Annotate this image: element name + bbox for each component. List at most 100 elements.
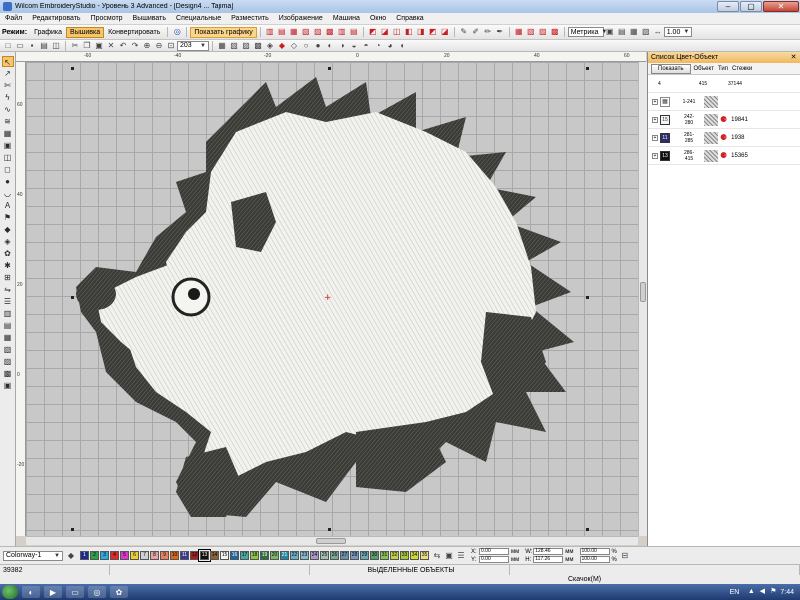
hoop-icon[interactable]: ▧ xyxy=(2,344,14,355)
motif-icon[interactable]: ✿ xyxy=(2,248,14,259)
stitch-tool-5-icon[interactable]: ▨ xyxy=(313,27,323,37)
color-swatch[interactable]: 34 xyxy=(410,551,419,560)
effect-tool-8-icon[interactable]: ▩ xyxy=(550,27,560,37)
color-swatch[interactable]: 26 xyxy=(330,551,339,560)
panel-close-icon[interactable]: ✕ xyxy=(789,53,798,62)
color-swatch[interactable]: 11 xyxy=(180,551,189,560)
color-swatch[interactable]: 17 xyxy=(240,551,249,560)
measure-icon[interactable]: ▩ xyxy=(2,368,14,379)
color-swatch[interactable]: 7 xyxy=(140,551,149,560)
selection-handle[interactable] xyxy=(586,67,589,70)
grid-icon[interactable]: ▨ xyxy=(2,356,14,367)
expand-icon[interactable]: + xyxy=(652,98,658,105)
toolbar-extra-3-icon[interactable]: ▦ xyxy=(629,27,639,37)
effect-tool-4-icon[interactable]: ✒ xyxy=(495,27,505,37)
menu-file[interactable]: Файл xyxy=(0,15,27,22)
color-swatch[interactable]: 12 xyxy=(190,551,199,560)
y-input[interactable]: 0.00 xyxy=(479,556,509,563)
color-swatch[interactable]: 5 xyxy=(120,551,129,560)
pct-w-input[interactable]: 100.00 xyxy=(579,548,610,555)
view-12-icon[interactable]: ◒ xyxy=(349,41,359,51)
color-swatch[interactable]: 22 xyxy=(290,551,299,560)
graphics-mode-button[interactable]: Графика xyxy=(30,27,66,38)
stitch-tool-3-icon[interactable]: ▦ xyxy=(289,27,299,37)
copy-icon[interactable]: ❐ xyxy=(82,41,92,51)
menu-help[interactable]: Справка xyxy=(391,15,428,22)
toolbar-extra-4-icon[interactable]: ▧ xyxy=(641,27,651,37)
effect-tool-2-icon[interactable]: ✐ xyxy=(471,27,481,37)
color-swatch[interactable]: 16 xyxy=(230,551,239,560)
complex-fill-icon[interactable]: ▣ xyxy=(2,140,14,151)
w-input[interactable]: 128.46 xyxy=(533,548,564,555)
undo-icon[interactable]: ↶ xyxy=(118,41,128,51)
delete-icon[interactable]: ✕ xyxy=(106,41,116,51)
selection-handle[interactable] xyxy=(71,528,74,531)
stitch-edit-icon[interactable]: ϟ xyxy=(2,92,14,103)
view-1-icon[interactable]: ▦ xyxy=(217,41,227,51)
zoom-box-icon[interactable]: ⊡ xyxy=(166,41,176,51)
stitch-tool-8-icon[interactable]: ▤ xyxy=(349,27,359,37)
horizontal-scrollbar[interactable] xyxy=(26,536,638,545)
view-9-icon[interactable]: ● xyxy=(313,41,323,51)
view-11-icon[interactable]: ◑ xyxy=(337,41,347,51)
stitch-tool-6-icon[interactable]: ▩ xyxy=(325,27,335,37)
circle-tool-icon[interactable]: ● xyxy=(2,176,14,187)
lock-proportions-icon[interactable]: ⊟ xyxy=(620,551,630,561)
fill-tool-3-icon[interactable]: ◫ xyxy=(392,27,402,37)
toolbar-extra-2-icon[interactable]: ▤ xyxy=(617,27,627,37)
view-7-icon[interactable]: ◇ xyxy=(289,41,299,51)
align-icon[interactable]: ☰ xyxy=(2,296,14,307)
preview-icon[interactable]: ◫ xyxy=(51,41,61,51)
minimize-button[interactable]: – xyxy=(717,1,739,12)
arc-tool-icon[interactable]: ◡ xyxy=(2,188,14,199)
object-row[interactable]: + 11 281- 285 ⚈ 1938 xyxy=(648,129,800,147)
effect-tool-1-icon[interactable]: ✎ xyxy=(459,27,469,37)
menu-window[interactable]: Окно xyxy=(365,15,391,22)
color-swatch[interactable]: 14 xyxy=(210,551,219,560)
x-input[interactable]: 0.00 xyxy=(479,548,509,555)
expand-icon[interactable]: + xyxy=(652,152,658,159)
design-canvas[interactable]: + xyxy=(26,62,638,536)
fill-tool-4-icon[interactable]: ◧ xyxy=(404,27,414,37)
fill-tool-icon[interactable]: ▦ xyxy=(2,128,14,139)
cut-icon[interactable]: ✂ xyxy=(70,41,80,51)
pct-h-input[interactable]: 100.00 xyxy=(579,556,610,563)
selection-handle[interactable] xyxy=(328,67,331,70)
outline-tool-icon[interactable]: ◻ xyxy=(2,164,14,175)
fill-tool-7-icon[interactable]: ◪ xyxy=(440,27,450,37)
color-swatch[interactable]: 30 xyxy=(370,551,379,560)
maximize-button[interactable]: ▢ xyxy=(740,1,762,12)
browser-icon[interactable]: ◎ xyxy=(88,586,106,598)
column-tool-icon[interactable]: ◫ xyxy=(2,152,14,163)
object-row[interactable]: + 15 242- 280 ⚈ 19841 xyxy=(648,111,800,129)
fill-tool-2-icon[interactable]: ◪ xyxy=(380,27,390,37)
color-swatch[interactable]: 8 xyxy=(150,551,159,560)
vertical-scrollbar[interactable] xyxy=(638,62,647,536)
color-swatch[interactable]: 25 xyxy=(320,551,329,560)
folder-icon[interactable]: ▭ xyxy=(66,586,84,598)
color-swatch[interactable]: 20 xyxy=(270,551,279,560)
colorway-select[interactable]: Colorway-1 ▼ xyxy=(3,550,63,561)
split-icon[interactable]: ⊞ xyxy=(2,272,14,283)
menu-edit[interactable]: Редактировать xyxy=(27,15,85,22)
summary-row[interactable]: 4 415 37144 xyxy=(648,75,800,93)
print-icon[interactable]: ▤ xyxy=(39,41,49,51)
selection-handle[interactable] xyxy=(71,67,74,70)
color-swatch[interactable]: 9 xyxy=(160,551,169,560)
menu-arrange[interactable]: Разместить xyxy=(226,15,274,22)
view-8-icon[interactable]: ○ xyxy=(301,41,311,51)
effect-tool-7-icon[interactable]: ▨ xyxy=(538,27,548,37)
menu-embroider[interactable]: Вышивать xyxy=(128,15,171,22)
effect-tool-6-icon[interactable]: ▧ xyxy=(526,27,536,37)
view-15-icon[interactable]: ◕ xyxy=(385,41,395,51)
view-3-icon[interactable]: ▨ xyxy=(241,41,251,51)
fill-tool-5-icon[interactable]: ◨ xyxy=(416,27,426,37)
color-swatch[interactable]: 3 xyxy=(100,551,109,560)
view-2-icon[interactable]: ▧ xyxy=(229,41,239,51)
object-row[interactable]: + 13 286- 415 ⚈ 15365 xyxy=(648,147,800,165)
palette-arrow-icon[interactable]: ⇆ xyxy=(432,551,442,561)
media-player-icon[interactable]: ▶ xyxy=(44,586,62,598)
lettering-icon[interactable]: A xyxy=(2,200,14,211)
redo-icon[interactable]: ↷ xyxy=(130,41,140,51)
zoom-select[interactable]: 203 ▼ xyxy=(177,40,209,51)
